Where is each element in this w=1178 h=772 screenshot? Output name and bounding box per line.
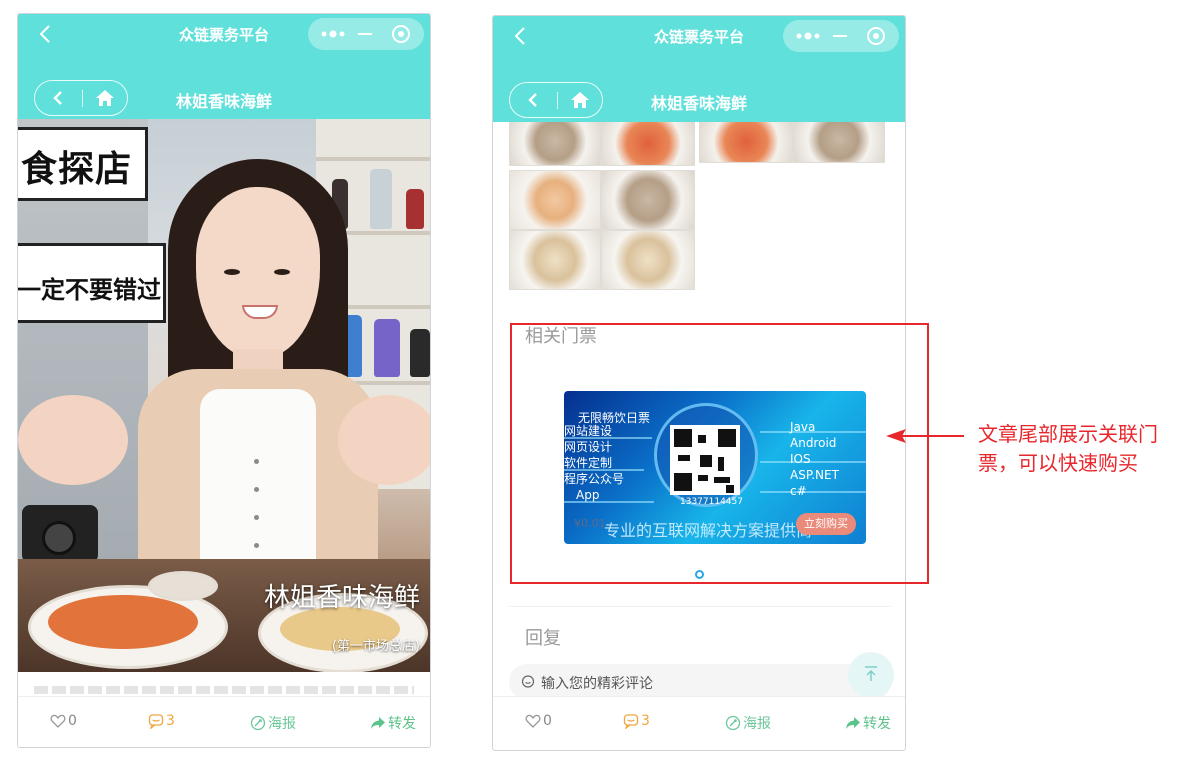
heart-icon — [525, 714, 541, 728]
like-count: 0 — [543, 713, 552, 729]
article-text-peek — [18, 672, 430, 696]
like-count: 0 — [68, 713, 77, 729]
comment-button[interactable]: 3 — [148, 713, 175, 729]
food-photo[interactable] — [699, 116, 793, 163]
page-title: 林姐香味海鲜 — [650, 94, 747, 113]
more-icon[interactable] — [320, 28, 346, 40]
comment-count: 3 — [641, 713, 650, 729]
divider — [509, 606, 891, 607]
poster-icon — [250, 715, 266, 731]
comment-count: 3 — [166, 713, 175, 729]
poster-button[interactable]: 海报 — [725, 713, 771, 733]
header: 众链票务平台 林姐香味海鲜 — [493, 16, 905, 122]
hero-subtitle: (第一市场总店) — [331, 639, 420, 654]
comment-button[interactable]: 3 — [623, 713, 650, 729]
close-mini-program-icon[interactable] — [867, 27, 885, 45]
food-photo[interactable] — [509, 170, 601, 230]
poster-label: 海报 — [268, 716, 296, 732]
comment-icon — [623, 714, 639, 729]
food-photo[interactable] — [509, 116, 601, 166]
like-button[interactable]: 0 — [50, 713, 77, 729]
poster-label: 海报 — [743, 716, 771, 732]
arrow-left-icon — [886, 429, 964, 443]
page-title: 林姐香味海鲜 — [175, 92, 272, 111]
poster-button[interactable]: 海报 — [250, 713, 296, 733]
share-button[interactable]: 转发 — [845, 713, 891, 733]
comment-bubble-icon — [521, 675, 535, 688]
food-photo[interactable] — [601, 116, 695, 166]
shop-sign: 食探店 — [18, 127, 148, 201]
close-mini-program-icon[interactable] — [392, 25, 410, 43]
food-photo[interactable] — [793, 116, 885, 163]
comment-input[interactable]: 输入您的精彩评论 — [509, 664, 891, 700]
reply-title: 回复 — [525, 628, 561, 649]
food-photo-grid — [493, 116, 905, 292]
share-icon — [371, 717, 385, 729]
comment-placeholder: 输入您的精彩评论 — [541, 676, 653, 692]
food-photo[interactable] — [601, 170, 695, 230]
bottom-action-bar: 0 3 海报 转发 — [18, 696, 430, 747]
food-photo[interactable] — [601, 230, 695, 290]
shop-sign-2: 一定不要错过 — [18, 243, 166, 323]
hero-image: 食探店 一定不要错过 林姐香味海鲜 (第一市场总店) — [18, 119, 430, 672]
annotation-text: 文章尾部展示关联门票，可以快速购买 — [978, 422, 1158, 475]
back-to-top-button[interactable] — [848, 652, 894, 698]
more-icon[interactable] — [795, 30, 821, 42]
mini-program-capsule — [783, 20, 899, 52]
comment-icon — [148, 714, 164, 729]
header: 众链票务平台 林姐香味海鲜 — [18, 14, 430, 119]
share-label: 转发 — [388, 716, 416, 732]
share-button[interactable]: 转发 — [370, 713, 416, 733]
heart-icon — [50, 714, 66, 728]
arrow-up-icon — [865, 666, 877, 681]
like-button[interactable]: 0 — [525, 713, 552, 729]
share-label: 转发 — [863, 716, 891, 732]
minimize-icon[interactable] — [358, 33, 372, 35]
phone-left: 众链票务平台 林姐香味海鲜 食探店 一定不要错过 林姐香味海鲜 (第一市场总店)… — [17, 13, 431, 748]
bottom-action-bar: 0 3 海报 转发 — [493, 696, 905, 748]
share-icon — [846, 717, 860, 729]
food-photo[interactable] — [509, 230, 601, 290]
minimize-icon[interactable] — [833, 35, 847, 37]
highlight-box — [510, 323, 929, 584]
mini-program-capsule — [308, 18, 424, 50]
hero-title: 林姐香味海鲜 — [263, 583, 420, 613]
poster-icon — [725, 715, 741, 731]
